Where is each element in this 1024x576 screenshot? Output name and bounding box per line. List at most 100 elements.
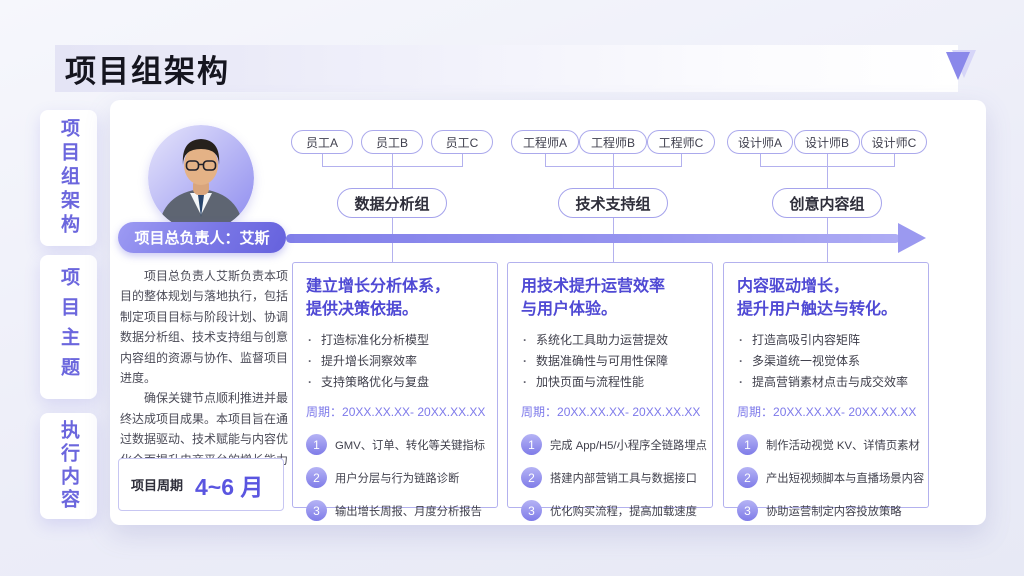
- triangle-down-icon: [940, 48, 980, 84]
- step-item: 1 GMV、订单、转化等关键指标: [306, 434, 486, 455]
- connector-line: [545, 154, 546, 166]
- card-title: 用技术提升运营效率 与用户体验。: [521, 275, 701, 321]
- step-item: 2产出短视频脚本与直播场景内容: [737, 467, 917, 488]
- leader-badge: 项目总负责人：艾斯: [118, 222, 286, 253]
- sidebar-item-theme[interactable]: 项目主题: [40, 255, 97, 399]
- step-number-badge: 1: [737, 434, 758, 455]
- project-cycle-box: 项目周期 4~6 月: [118, 458, 284, 511]
- bullet-list: 打造高吸引内容矩阵 多渠道统一视觉体系 提高营销素材点击与成交效率: [737, 330, 917, 393]
- sidebar-item-execution[interactable]: 执行内容: [40, 413, 97, 519]
- sidebar-item-label: 执行内容: [55, 420, 82, 512]
- bullet-dot-icon: [306, 330, 321, 351]
- member-pill: 工程师C: [647, 130, 715, 154]
- bullet-dot-icon: [521, 372, 536, 393]
- bullet-text: 数据准确性与可用性保障: [536, 351, 668, 372]
- step-item: 1完成 App/H5/小程序全链路埋点: [521, 434, 701, 455]
- period-value: 20XX.XX.XX- 20XX.XX.XX: [773, 405, 916, 419]
- bullet-item: 多渠道统一视觉体系: [737, 351, 917, 372]
- person-photo-icon: [148, 125, 254, 231]
- bullet-item: 提高营销素材点击与成交效率: [737, 372, 917, 393]
- bullet-dot-icon: [737, 351, 752, 372]
- step-item: 1 制作活动视觉 KV、详情页素材: [737, 434, 917, 455]
- bullet-dot-icon: [306, 372, 321, 393]
- period-value: 20XX.XX.XX- 20XX.XX.XX: [557, 405, 700, 419]
- step-number-badge: 1: [521, 434, 542, 455]
- connector-line: [613, 166, 614, 188]
- bullet-text: 提高营销素材点击与成交效率: [752, 372, 908, 393]
- step-number-badge: 3: [306, 500, 327, 521]
- period-label: 周期：: [306, 405, 342, 419]
- bullet-dot-icon: [521, 330, 536, 351]
- bullet-item: 系统化工具助力运营提效: [521, 330, 701, 351]
- step-text: GMV、订单、转化等关键指标: [335, 437, 485, 453]
- step-text: 输出增长周报、月度分析报告: [335, 503, 482, 519]
- card-title-line: 建立增长分析体系，: [306, 275, 486, 298]
- bullet-text: 系统化工具助力运营提效: [536, 330, 668, 351]
- detail-card-data-analysis: 建立增长分析体系， 提供决策依据。 打造标准化分析模型 提升增长洞察效率 支持策…: [292, 262, 498, 508]
- member-pill: 设计师A: [727, 130, 793, 154]
- step-list: 1 GMV、订单、转化等关键指标 2 用户分层与行为链路诊断 3 输出增长周报、月度分…: [306, 434, 486, 521]
- connector-line: [681, 154, 682, 166]
- cycle-label: 项目周期: [131, 475, 183, 494]
- step-text: 完成 App/H5/小程序全链路埋点: [550, 437, 707, 453]
- step-text: 用户分层与行为链路诊断: [335, 470, 459, 486]
- period-line: 周期：20XX.XX.XX- 20XX.XX.XX: [737, 403, 917, 420]
- member-pill: 工程师A: [511, 130, 579, 154]
- bullet-text: 打造标准化分析模型: [321, 330, 429, 351]
- period-line: 周期：20XX.XX.XX- 20XX.XX.XX: [521, 403, 701, 420]
- cycle-value: 4~6 月: [195, 468, 263, 502]
- step-item: 3 输出增长周报、月度分析报告: [306, 500, 486, 521]
- step-list: 1 制作活动视觉 KV、详情页素材 2产出短视频脚本与直播场景内容 3 协助运营制定…: [737, 434, 917, 521]
- connector-line: [392, 154, 393, 166]
- period-label: 周期：: [521, 405, 557, 419]
- description-paragraph: 项目总负责人艾斯负责本项目的整体规划与落地执行，包括制定项目目标与阶段计划、协调…: [120, 266, 288, 388]
- bullet-item: 打造高吸引内容矩阵: [737, 330, 917, 351]
- step-number-badge: 1: [306, 434, 327, 455]
- member-pill: 员工C: [431, 130, 493, 154]
- bullet-dot-icon: [737, 372, 752, 393]
- connector-line: [827, 166, 828, 188]
- member-pill: 员工A: [291, 130, 353, 154]
- connector-line: [760, 154, 761, 166]
- step-number-badge: 3: [521, 500, 542, 521]
- member-pill: 设计师C: [861, 130, 927, 154]
- timeline-arrow-head-icon: [898, 223, 926, 253]
- card-title-line: 用技术提升运营效率: [521, 275, 701, 298]
- member-pill: 设计师B: [794, 130, 860, 154]
- bullet-item: 支持策略优化与复盘: [306, 372, 486, 393]
- detail-card-tech-support: 用技术提升运营效率 与用户体验。 系统化工具助力运营提效 数据准确性与可用性保障…: [507, 262, 713, 508]
- bullet-list: 打造标准化分析模型 提升增长洞察效率 支持策略优化与复盘: [306, 330, 486, 393]
- bullet-item: 数据准确性与可用性保障: [521, 351, 701, 372]
- step-number-badge: 2: [521, 467, 542, 488]
- bullet-dot-icon: [521, 351, 536, 372]
- group-pill-creative-content: 创意内容组: [772, 188, 882, 218]
- card-title-line: 提供决策依据。: [306, 298, 486, 321]
- slide: 项目组架构 项目组架构 项目主题 执行内容: [0, 0, 1024, 576]
- step-text: 搭建内部营销工具与数据接口: [550, 470, 697, 486]
- bullet-list: 系统化工具助力运营提效 数据准确性与可用性保障 加快页面与流程性能: [521, 330, 701, 393]
- group-pill-tech-support: 技术支持组: [558, 188, 668, 218]
- step-number-badge: 2: [306, 467, 327, 488]
- step-text: 协助运营制定内容投放策略: [766, 503, 902, 519]
- connector-line: [392, 166, 393, 188]
- step-number-badge: 3: [737, 500, 758, 521]
- project-description: 项目总负责人艾斯负责本项目的整体规划与落地执行，包括制定项目目标与阶段计划、协调…: [120, 266, 288, 490]
- bullet-text: 打造高吸引内容矩阵: [752, 330, 860, 351]
- bullet-item: 提升增长洞察效率: [306, 351, 486, 372]
- sidebar-item-label: 项目组架构: [55, 118, 82, 238]
- timeline-arrow-shaft: [286, 234, 900, 243]
- step-item: 3优化购买流程，提高加载速度: [521, 500, 701, 521]
- bullet-item: 打造标准化分析模型: [306, 330, 486, 351]
- bullet-text: 多渠道统一视觉体系: [752, 351, 860, 372]
- connector-line: [462, 154, 463, 166]
- member-pill: 员工B: [361, 130, 423, 154]
- step-text: 产出短视频脚本与直播场景内容: [766, 470, 924, 486]
- connector-line: [322, 154, 323, 166]
- leader-avatar: [148, 125, 254, 231]
- member-pill: 工程师B: [579, 130, 647, 154]
- sidebar-item-structure[interactable]: 项目组架构: [40, 110, 97, 246]
- step-text: 制作活动视觉 KV、详情页素材: [766, 437, 920, 453]
- bullet-text: 加快页面与流程性能: [536, 372, 644, 393]
- step-item: 2 用户分层与行为链路诊断: [306, 467, 486, 488]
- bullet-text: 提升增长洞察效率: [321, 351, 417, 372]
